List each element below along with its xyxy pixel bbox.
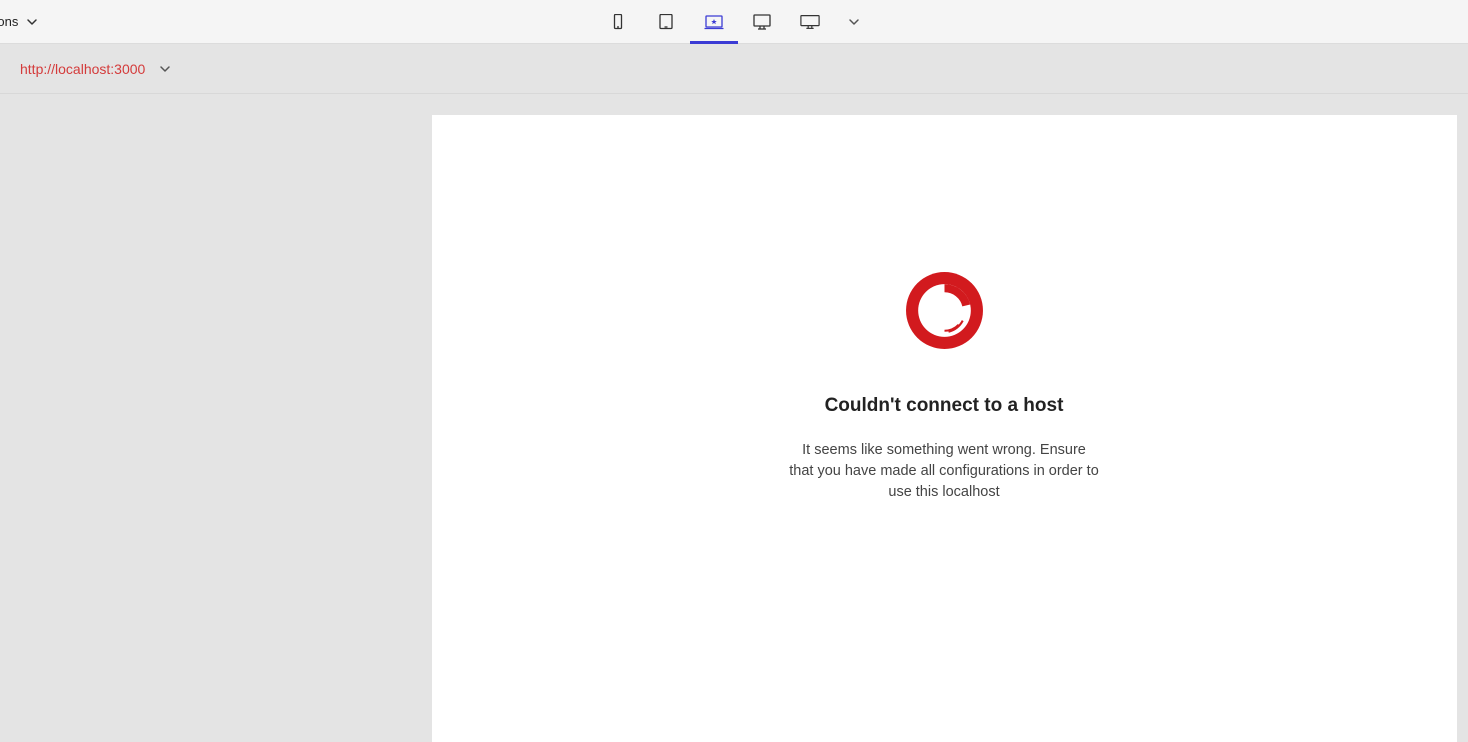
chevron-down-icon[interactable] [26,16,38,28]
url-bar: http://localhost:3000 [0,44,1468,94]
content-area: Couldn't connect to a host It seems like… [0,94,1468,742]
device-desktop-button[interactable] [738,0,786,44]
device-phone-button[interactable] [594,0,642,44]
error-spinner-icon [904,270,985,351]
device-desktop-wide-button[interactable] [786,0,834,44]
error-message: It seems like something went wrong. Ensu… [789,440,1099,503]
top-toolbar: sions [0,0,1468,44]
dimensions-label: sions [0,14,18,29]
device-laptop-starred-button[interactable] [690,0,738,44]
error-heading: Couldn't connect to a host [825,395,1064,417]
device-switcher [594,0,874,44]
url-text[interactable]: http://localhost:3000 [20,61,145,77]
device-tablet-button[interactable] [642,0,690,44]
preview-panel: Couldn't connect to a host It seems like… [432,115,1457,742]
url-chevron-down-icon[interactable] [159,63,171,75]
toolbar-left-group: sions [0,14,38,29]
device-more-button[interactable] [834,16,874,28]
